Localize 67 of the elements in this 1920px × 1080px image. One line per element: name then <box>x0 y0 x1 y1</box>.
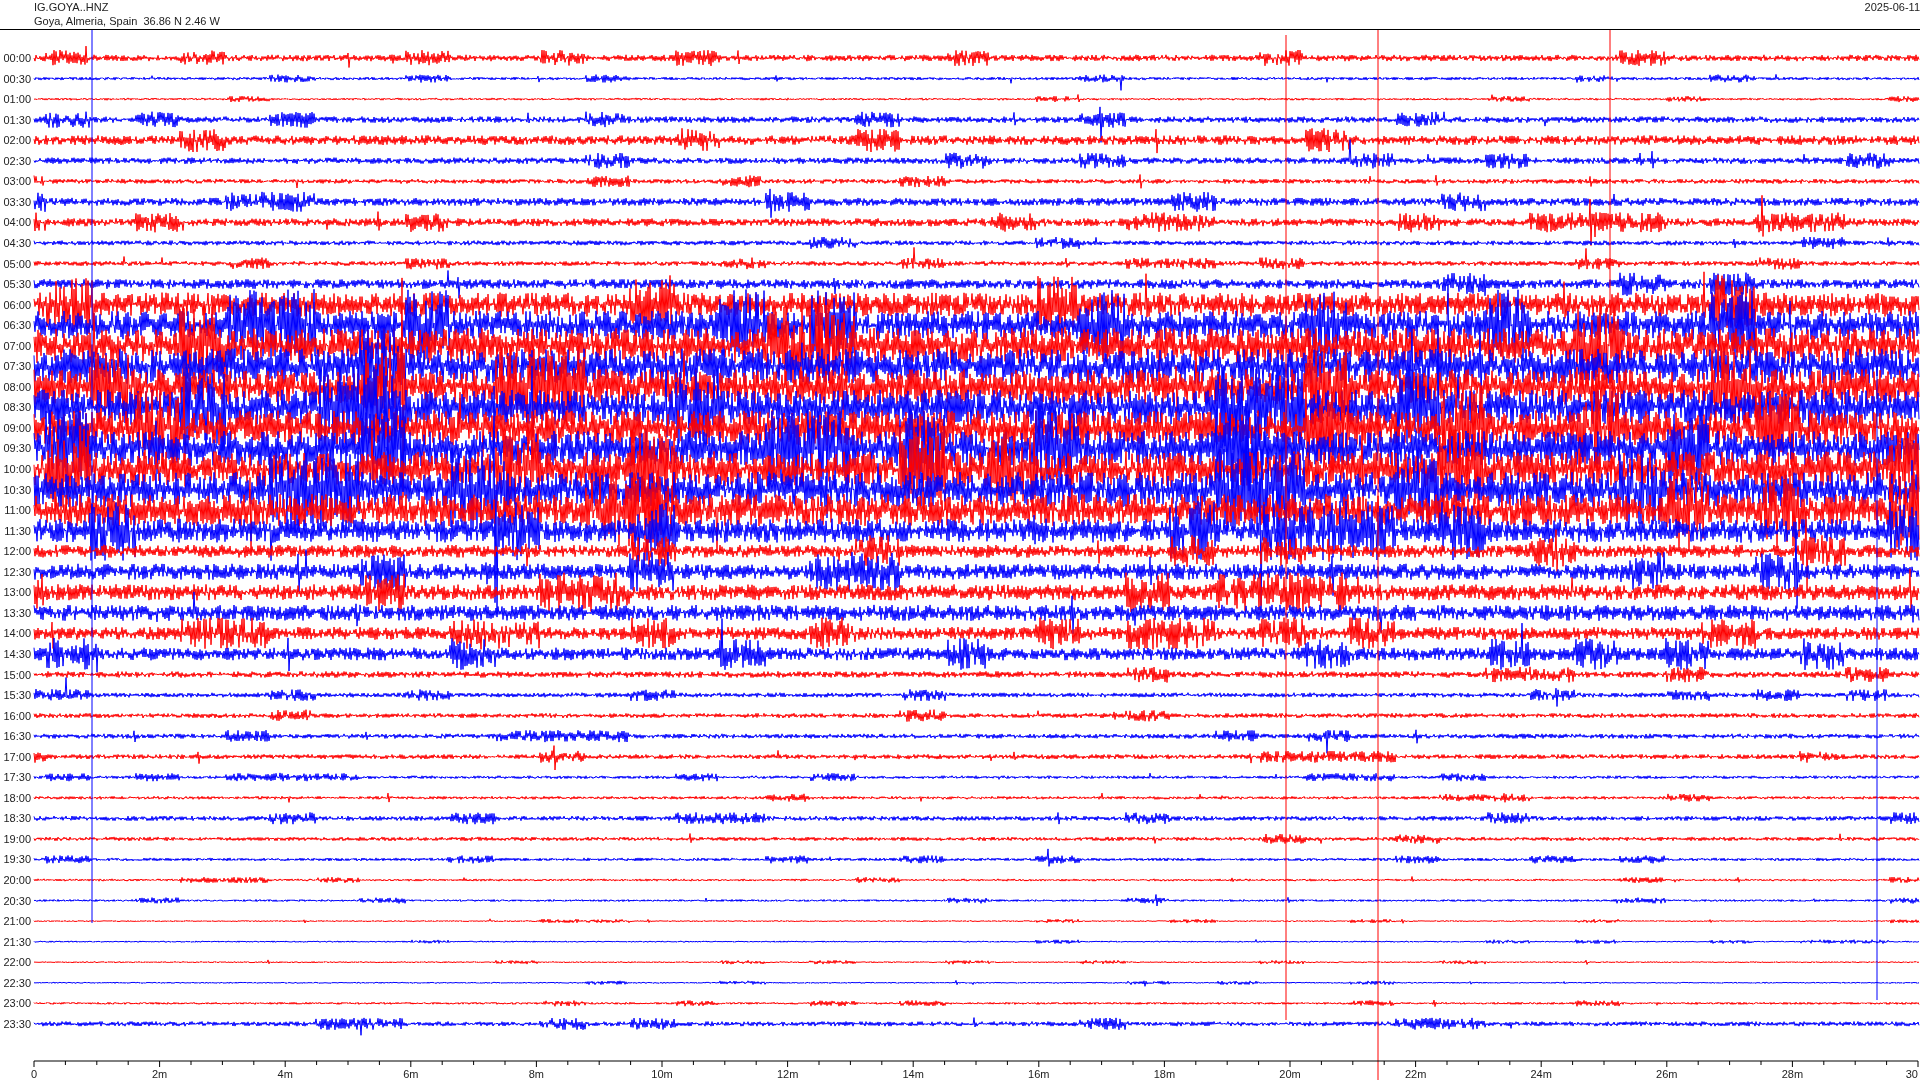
time-label: 04:30 <box>3 236 31 249</box>
time-label: 14:00 <box>3 627 31 640</box>
time-label: 00:00 <box>3 52 31 64</box>
axis-tick-label: 6m <box>403 1068 419 1080</box>
time-label: 13:00 <box>3 586 31 599</box>
axis-tick-label: 30 <box>1905 1068 1918 1080</box>
time-label: 07:30 <box>3 360 31 373</box>
time-label: 17:30 <box>3 771 31 784</box>
axis-tick-label: 10m <box>651 1068 673 1080</box>
time-label: 11:00 <box>4 504 31 517</box>
time-label: 15:30 <box>3 689 31 702</box>
time-label: 05:00 <box>3 257 31 270</box>
axis-tick-label: 2m <box>151 1068 168 1080</box>
time-label: 14:30 <box>3 647 31 660</box>
time-label: 09:00 <box>3 421 31 434</box>
axis-tick-label: 0 <box>30 1068 38 1080</box>
axis-tick-label: 18m <box>1153 1068 1176 1080</box>
time-label: 12:30 <box>3 565 31 578</box>
axis-tick-label: 16m <box>1028 1068 1050 1080</box>
axis-tick-label: 8m <box>528 1068 545 1080</box>
time-label: 05:30 <box>3 278 31 291</box>
time-label: 10:30 <box>3 483 31 496</box>
time-label: 03:00 <box>3 175 31 188</box>
time-label: 00:30 <box>3 72 31 85</box>
axis-tick-label: 24m <box>1530 1068 1552 1080</box>
time-label: 18:30 <box>3 812 31 825</box>
time-label: 22:00 <box>3 956 31 969</box>
time-label: 16:00 <box>3 709 31 722</box>
time-label: 01:30 <box>3 113 31 126</box>
time-label: 02:00 <box>3 134 31 147</box>
time-label: 23:00 <box>3 997 31 1010</box>
time-label: 02:30 <box>3 154 31 167</box>
axis-tick-label: 14m <box>902 1068 924 1080</box>
axis-tick-label: 26m <box>1656 1068 1678 1080</box>
time-label: 23:30 <box>3 1017 31 1030</box>
time-label: 10:00 <box>3 463 31 475</box>
time-label: 04:00 <box>3 216 31 229</box>
axis-tick-label: 20m <box>1279 1068 1301 1080</box>
time-label: 20:00 <box>3 874 31 886</box>
time-label: 03:30 <box>3 195 31 208</box>
time-label: 19:30 <box>3 853 31 866</box>
time-label: 18:00 <box>3 791 31 804</box>
time-label: 19:00 <box>3 832 31 845</box>
time-label: 17:00 <box>3 750 31 763</box>
time-label: 06:00 <box>3 298 31 311</box>
axis-tick-label: 22m <box>1404 1068 1427 1080</box>
time-label: 22:30 <box>3 976 31 989</box>
time-label: 07:00 <box>3 339 31 352</box>
time-label: 08:00 <box>3 380 31 393</box>
axis-tick-label: 28m <box>1781 1068 1804 1080</box>
time-label: 01:00 <box>3 93 31 106</box>
time-label: 13:30 <box>3 606 31 619</box>
station-code: IG.GOYA..HNZ <box>34 0 110 14</box>
time-label: 12:00 <box>3 545 31 558</box>
station-location: Goya, Almeria, Spain 36.86 N 2.46 W <box>34 14 220 28</box>
time-label: 09:30 <box>3 442 31 455</box>
axis-tick-label: 4m <box>277 1068 293 1080</box>
time-label: 16:30 <box>3 730 31 743</box>
time-label: 20:30 <box>3 894 31 907</box>
time-label: 08:30 <box>3 401 31 414</box>
time-label: 15:00 <box>3 668 31 681</box>
time-label: 11:30 <box>4 524 31 537</box>
axis-tick-label: 12m <box>776 1068 799 1080</box>
time-label: 21:30 <box>3 935 31 948</box>
time-label: 21:00 <box>3 915 31 928</box>
plot-date: 2025-06-11 <box>1864 0 1920 15</box>
time-label: 06:30 <box>3 319 31 332</box>
